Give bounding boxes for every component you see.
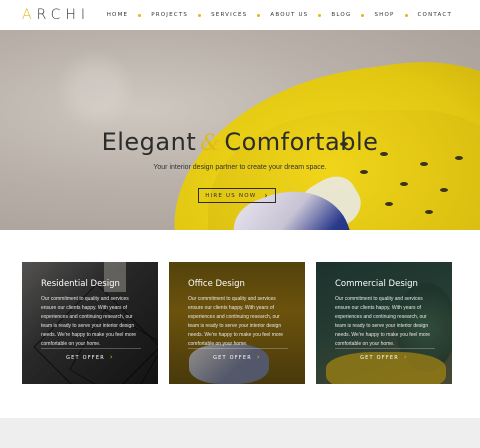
nav-projects[interactable]: PROJECTS (151, 12, 188, 18)
card-office-design[interactable]: Office Design Our commitment to quality … (169, 262, 305, 384)
chevron-right-icon: › (264, 191, 269, 200)
chevron-right-icon: › (403, 353, 408, 361)
card-title: Commercial Design (335, 279, 418, 289)
card-divider (188, 348, 288, 349)
logo-first-letter: A (22, 7, 37, 23)
hero-subtitle: Your interior design partner to create y… (153, 164, 327, 171)
chair-button (385, 202, 393, 206)
chair-button (440, 188, 448, 192)
services-cards: Residential Design Our commitment to qua… (22, 262, 458, 384)
chevron-right-icon: › (109, 353, 114, 361)
get-offer-button[interactable]: GET OFFER › (316, 353, 452, 361)
get-offer-button[interactable]: GET OFFER › (22, 353, 158, 361)
next-section-band (0, 418, 480, 448)
logo[interactable]: ARCHI (22, 7, 90, 23)
hire-us-now-button[interactable]: HIRE US NOW › (198, 188, 276, 203)
site-header: ARCHI HOME PROJECTS SERVICES ABOUT US BL… (0, 0, 480, 30)
card-description: Our commitment to quality and services e… (188, 296, 284, 347)
nav-contact[interactable]: CONTACT (418, 12, 452, 18)
nav-shop[interactable]: SHOP (374, 12, 394, 18)
chair-button (455, 156, 463, 160)
nav-separator-dot (198, 13, 202, 17)
get-offer-label: GET OFFER (66, 355, 105, 361)
hero-title: Elegant & Comfortable (0, 128, 480, 156)
card-title: Office Design (188, 279, 245, 289)
card-description: Our commitment to quality and services e… (335, 296, 431, 347)
card-title: Residential Design (41, 279, 120, 289)
card-description: Our commitment to quality and services e… (41, 296, 137, 347)
card-residential-design[interactable]: Residential Design Our commitment to qua… (22, 262, 158, 384)
logo-rest: RCHI (36, 7, 91, 23)
nav-services[interactable]: SERVICES (211, 12, 247, 18)
hero-title-ampersand: & (200, 131, 221, 156)
get-offer-button[interactable]: GET OFFER › (169, 353, 305, 361)
nav-separator-dot (257, 13, 261, 17)
hero-title-left: Elegant (101, 128, 197, 156)
main-nav: HOME PROJECTS SERVICES ABOUT US BLOG SHO… (107, 12, 452, 18)
chevron-right-icon: › (256, 353, 261, 361)
nav-home[interactable]: HOME (107, 12, 129, 18)
card-divider (41, 348, 141, 349)
hire-us-now-label: HIRE US NOW (205, 192, 257, 199)
get-offer-label: GET OFFER (360, 355, 399, 361)
nav-separator-dot (361, 13, 365, 17)
chair-button (400, 182, 408, 186)
nav-separator-dot (318, 13, 322, 17)
card-commercial-design[interactable]: Commercial Design Our commitment to qual… (316, 262, 452, 384)
nav-about-us[interactable]: ABOUT US (270, 12, 308, 18)
nav-blog[interactable]: BLOG (331, 12, 351, 18)
chair-button (425, 210, 433, 214)
nav-separator-dot (404, 13, 408, 17)
hero-section: Elegant & Comfortable Your interior design… (0, 30, 480, 230)
nav-separator-dot (138, 13, 142, 17)
hero-title-right: Comfortable (224, 128, 379, 156)
get-offer-label: GET OFFER (213, 355, 252, 361)
card-divider (335, 348, 435, 349)
